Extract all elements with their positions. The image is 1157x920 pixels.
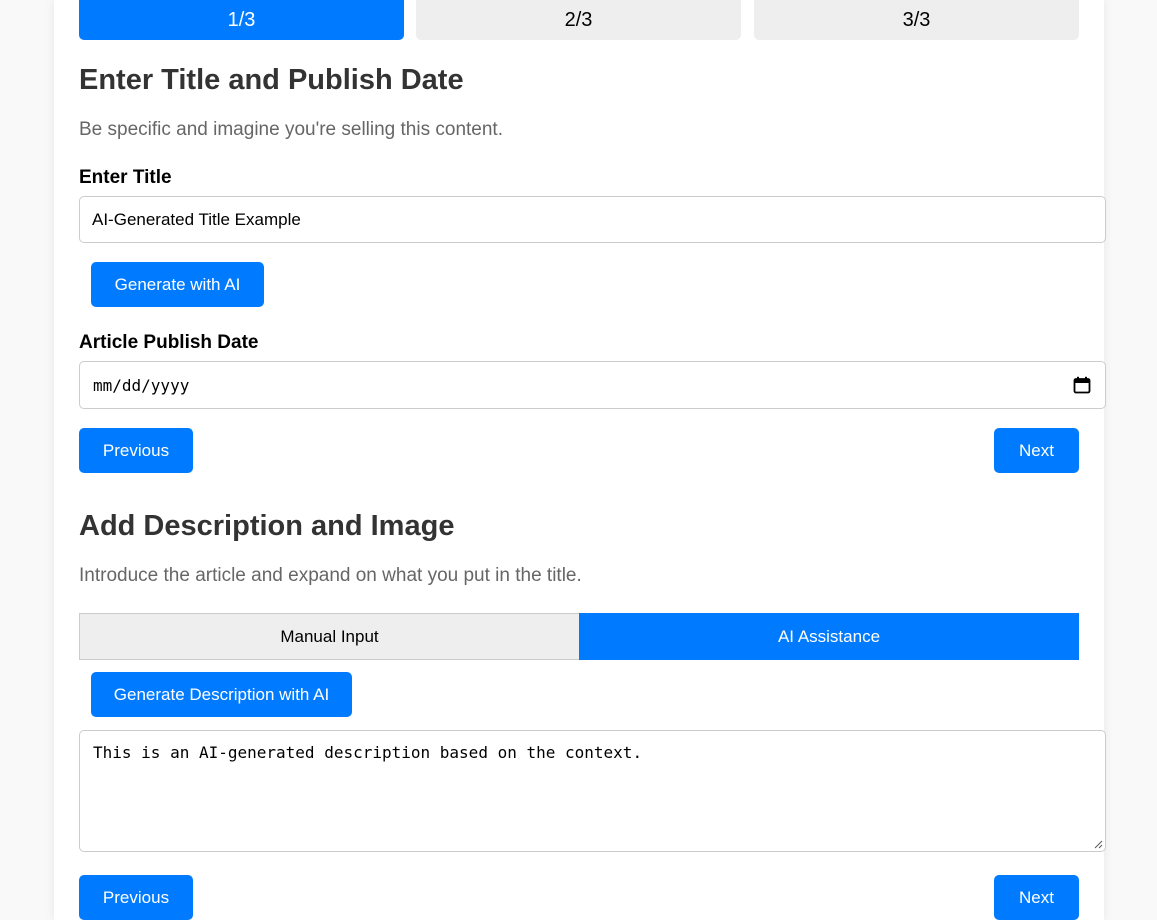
step-2-tab[interactable]: 2/3 (416, 0, 741, 40)
generate-title-button[interactable]: Generate with AI (91, 262, 264, 307)
description-text: This is an AI-generated description base… (93, 743, 643, 762)
step-1-tab[interactable]: 1/3 (79, 0, 404, 40)
title-label: Enter Title (79, 167, 172, 188)
tab-ai-assistance[interactable]: AI Assistance (579, 613, 1079, 660)
section2-heading: Add Description and Image (79, 510, 455, 542)
calendar-icon[interactable] (1073, 376, 1091, 394)
section2-previous-button[interactable]: Previous (79, 875, 193, 920)
date-placeholder: mm/dd/yyyy (93, 375, 190, 395)
title-input[interactable]: AI-Generated Title Example (79, 196, 1106, 243)
step-3-tab[interactable]: 3/3 (754, 0, 1079, 40)
title-input-value: AI-Generated Title Example (92, 209, 301, 229)
generate-description-button[interactable]: Generate Description with AI (91, 672, 352, 717)
section1-heading: Enter Title and Publish Date (79, 64, 464, 96)
section2-next-button[interactable]: Next (994, 875, 1079, 920)
publish-date-input[interactable]: mm/dd/yyyy (79, 361, 1106, 409)
section1-subtitle: Be specific and imagine you're selling t… (79, 119, 503, 140)
tab-manual-input[interactable]: Manual Input (79, 613, 580, 660)
description-textarea[interactable]: This is an AI-generated description base… (79, 730, 1106, 852)
section1-next-button[interactable]: Next (994, 428, 1079, 473)
date-label: Article Publish Date (79, 332, 259, 353)
section1-previous-button[interactable]: Previous (79, 428, 193, 473)
section2-subtitle: Introduce the article and expand on what… (79, 565, 582, 586)
resize-handle-icon[interactable] (1093, 839, 1103, 849)
